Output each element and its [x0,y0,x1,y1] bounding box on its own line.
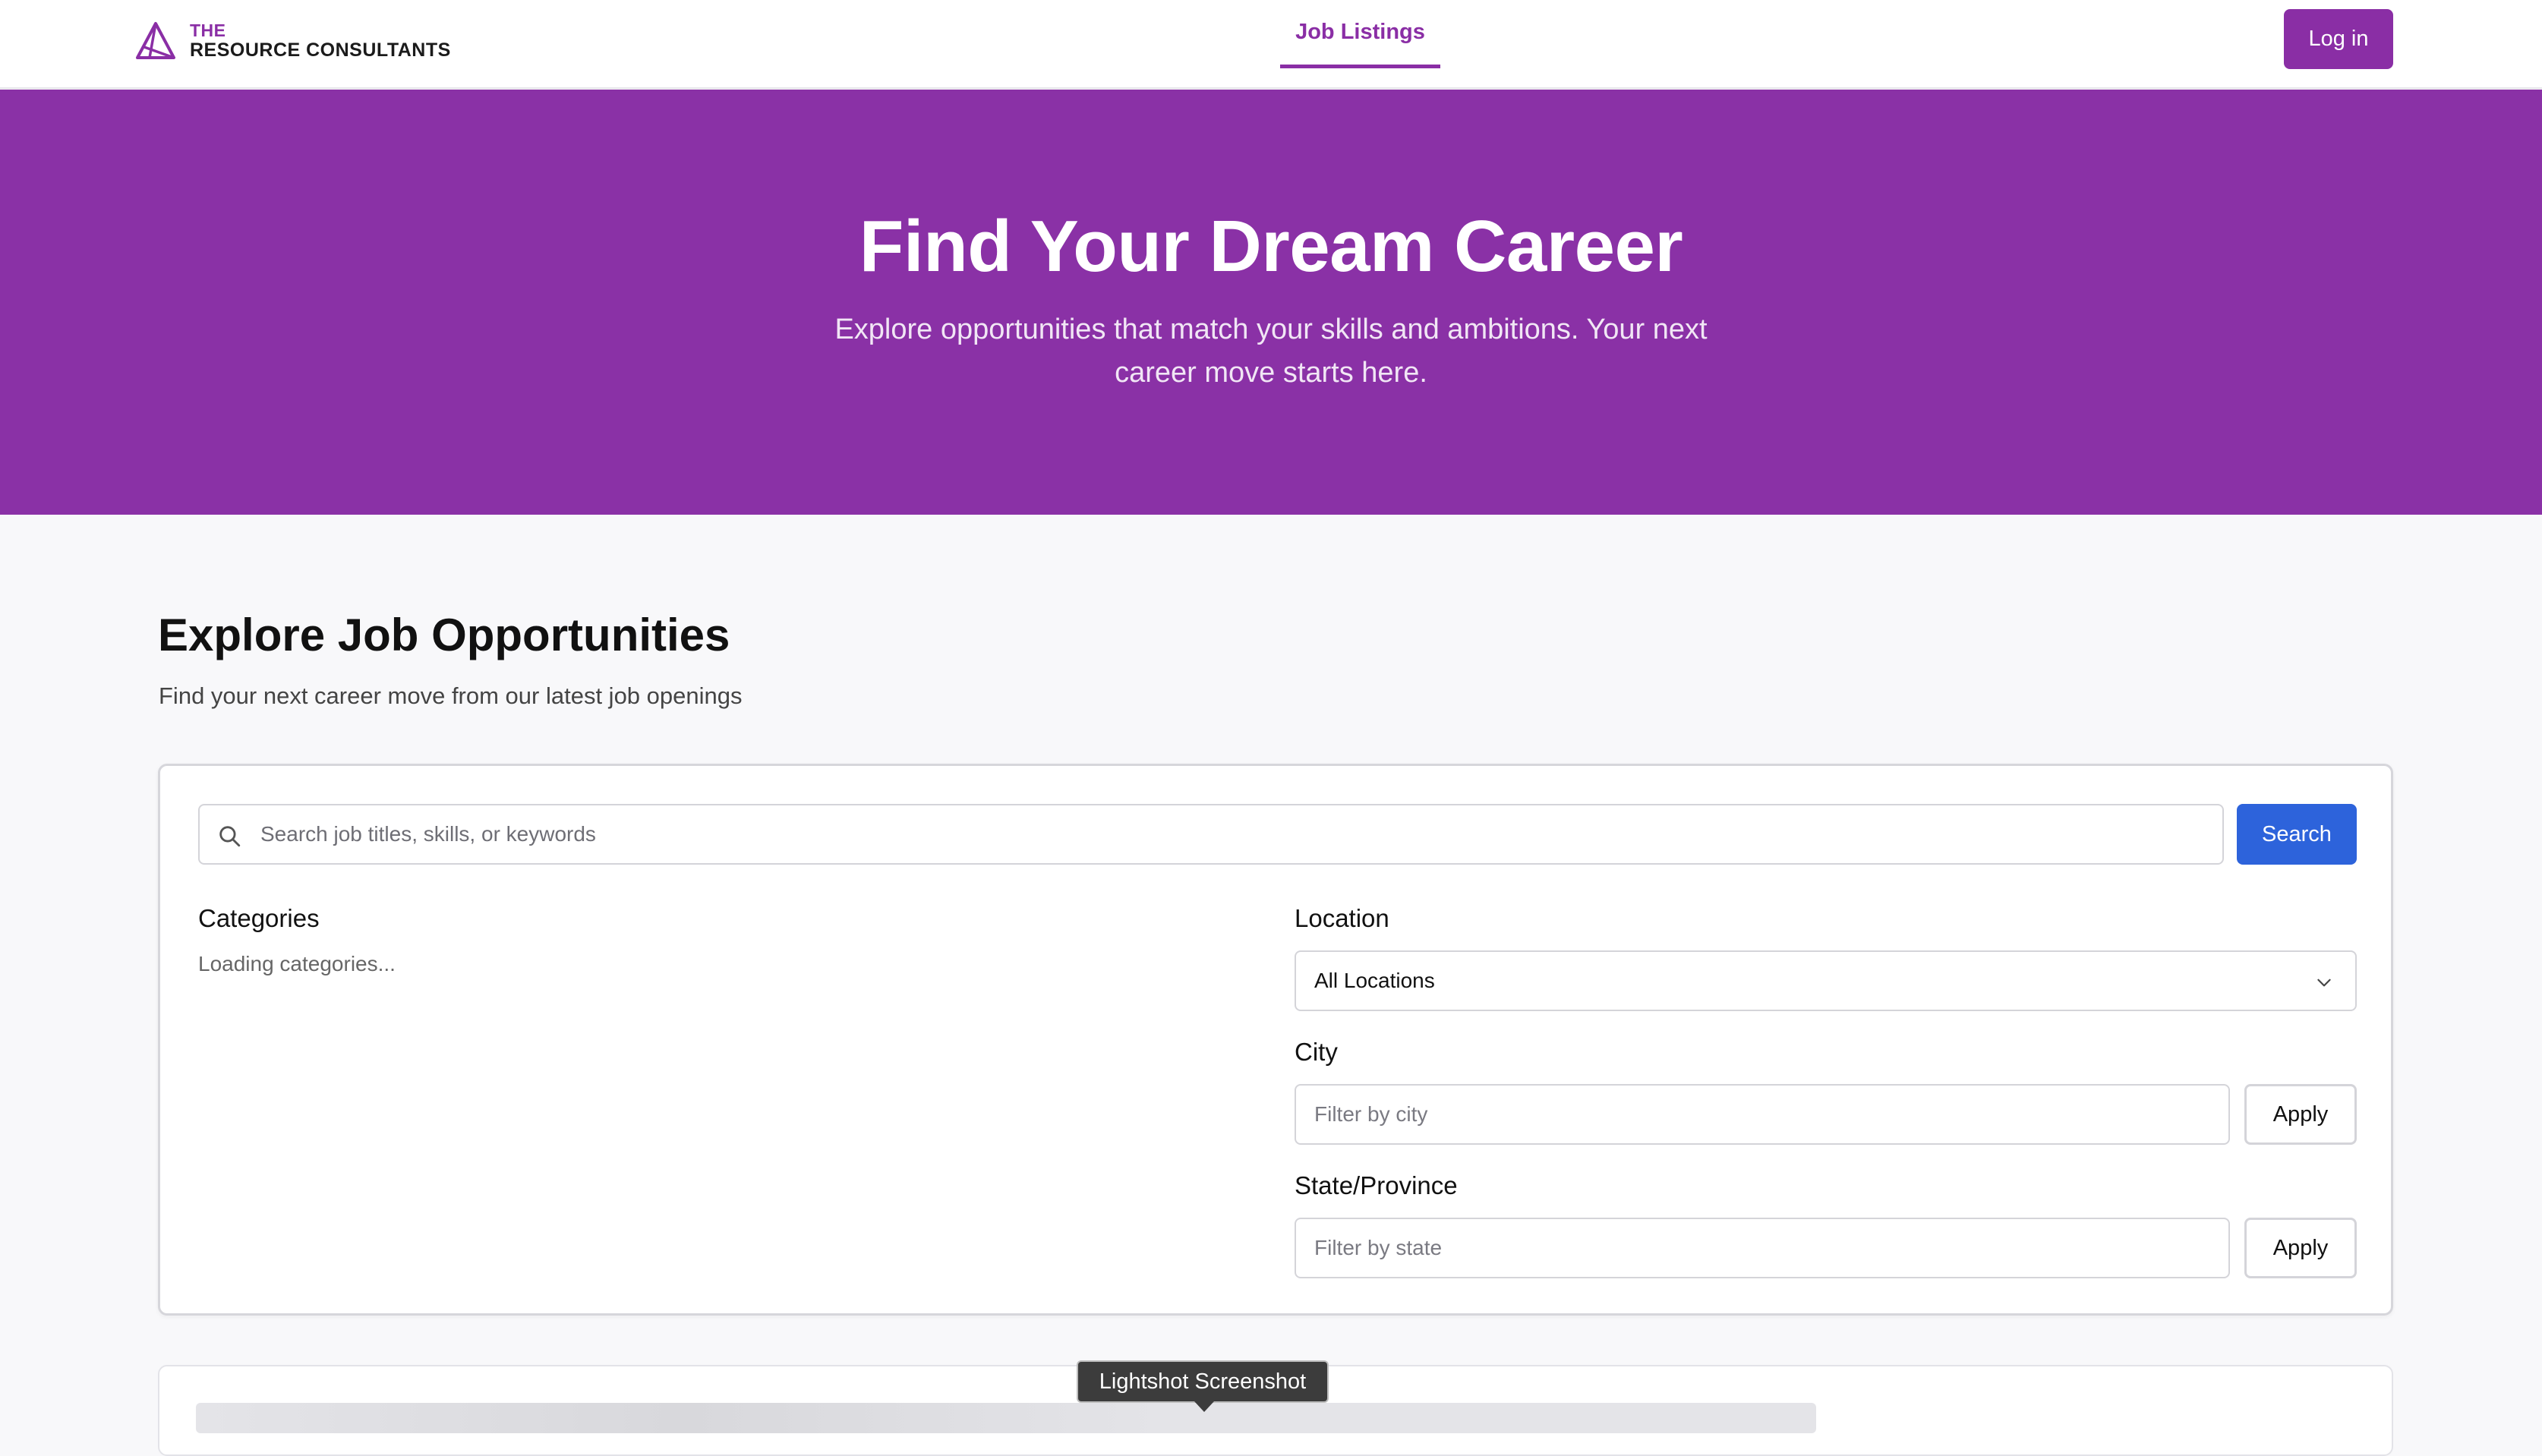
location-select[interactable]: All Locations [1295,950,2357,1011]
top-navigation-bar: THE RESOURCE CONSULTANTS Job Listings Lo… [0,0,2542,89]
state-apply-button[interactable]: Apply [2244,1218,2357,1278]
city-apply-button[interactable]: Apply [2244,1084,2357,1145]
categories-label: Categories [198,904,320,932]
hero-banner: Find Your Dream Career Explore opportuni… [0,90,2542,515]
logo-triangle-icon [136,22,175,59]
search-field[interactable] [198,804,2224,865]
hero-title: Find Your Dream Career [859,206,1683,287]
location-label: Location [1295,904,1389,932]
search-button[interactable]: Search [2237,804,2357,865]
logo-line-the: THE [190,20,226,40]
lightshot-tooltip: Lightshot Screenshot [1077,1360,1329,1403]
state-province-label: State/Province [1295,1171,1458,1199]
city-filter-input[interactable] [1295,1084,2230,1145]
loading-skeleton [196,1403,1816,1433]
hero-subtitle: Explore opportunities that match your sk… [834,314,1708,389]
city-label: City [1295,1038,1338,1066]
company-logo[interactable]: THE RESOURCE CONSULTANTS [135,18,451,64]
section-subtitle: Find your next career move from our late… [159,682,743,709]
tooltip-arrow [1194,1401,1214,1412]
chevron-down-icon [2317,979,2331,987]
categories-loading-text: Loading categories... [198,952,396,975]
login-button[interactable]: Log in [2284,9,2393,69]
job-filter-panel: Search Categories Loading categories... … [158,764,2393,1316]
location-selected-value: All Locations [1314,969,1435,992]
search-input[interactable] [260,805,2212,863]
nav-tab-job-listings[interactable]: Job Listings [1280,0,1440,68]
logo-company-name: RESOURCE CONSULTANTS [190,39,451,61]
search-icon [219,826,241,847]
state-filter-input[interactable] [1295,1218,2230,1278]
section-title: Explore Job Opportunities [158,610,730,660]
